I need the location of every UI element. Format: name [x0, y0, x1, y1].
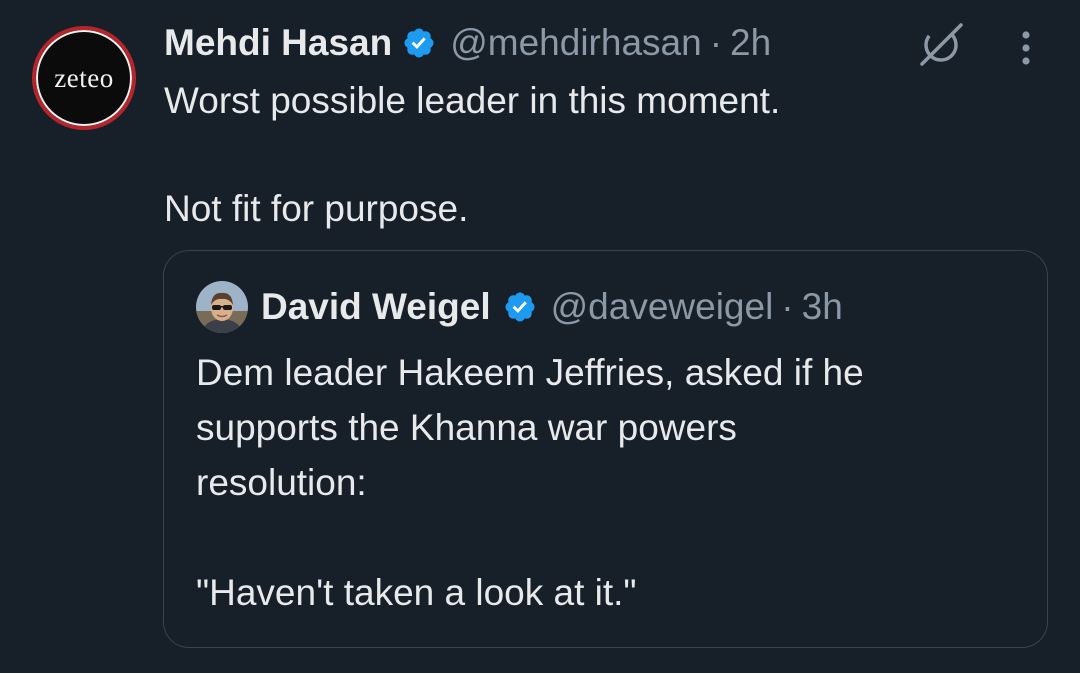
quote-handle[interactable]: @daveweigel	[551, 286, 774, 328]
separator-dot: ·	[709, 22, 723, 63]
handle[interactable]: @mehdirhasan	[450, 22, 701, 64]
quote-text: Dem leader Hakeem Jeffries, asked if he …	[196, 345, 1016, 620]
quote-text-line: supports the Khanna war powers	[196, 407, 737, 448]
quote-avatar[interactable]	[196, 281, 248, 333]
tweet[interactable]: zeteo Mehdi Hasan @mehdirhasan · 2h Wors…	[0, 0, 1080, 673]
grok-icon[interactable]	[916, 20, 966, 70]
verified-badge-icon[interactable]	[503, 290, 537, 324]
tweet-header: Mehdi Hasan @mehdirhasan · 2h	[164, 18, 771, 68]
quote-header: David Weigel @daveweigel · 3h	[261, 281, 843, 333]
timestamp[interactable]: 2h	[730, 22, 771, 64]
separator-dot: ·	[781, 286, 794, 327]
quote-display-name[interactable]: David Weigel	[261, 286, 491, 328]
quote-text-line: Dem leader Hakeem Jeffries, asked if he	[196, 352, 864, 393]
more-options-icon[interactable]	[1012, 26, 1040, 70]
quote-timestamp[interactable]: 3h	[802, 286, 843, 328]
quote-text-line: "Haven't taken a look at it."	[196, 572, 637, 613]
avatar[interactable]: zeteo	[32, 26, 136, 130]
tweet-text: Worst possible leader in this moment. No…	[164, 74, 1044, 236]
tweet-text-line: Not fit for purpose.	[164, 188, 469, 229]
tweet-text-line: Worst possible leader in this moment.	[164, 80, 781, 121]
quote-text-line: resolution:	[196, 462, 367, 503]
verified-badge-icon[interactable]	[402, 26, 436, 60]
quoted-tweet[interactable]: David Weigel @daveweigel · 3h Dem leader…	[163, 250, 1048, 648]
avatar-logo-text: zeteo	[54, 62, 114, 93]
display-name[interactable]: Mehdi Hasan	[164, 22, 392, 64]
